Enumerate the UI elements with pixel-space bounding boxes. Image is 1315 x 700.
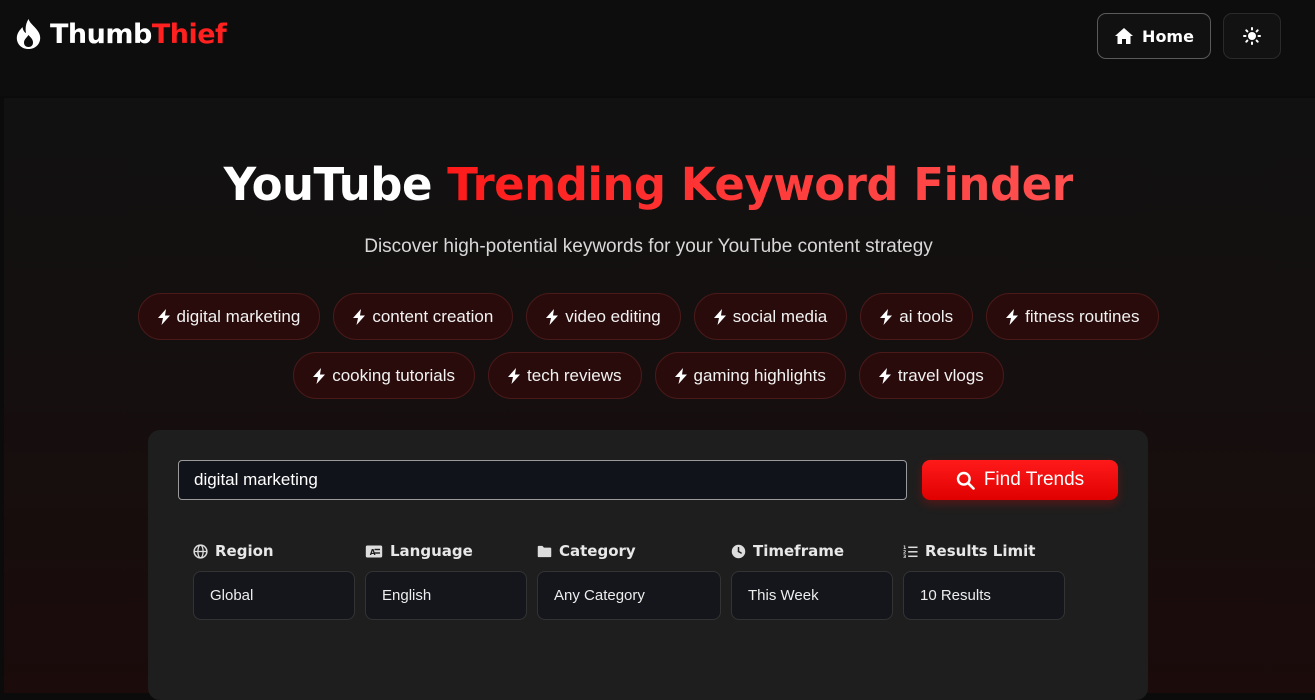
filter-category-label: Category (537, 540, 636, 562)
bolt-icon (674, 367, 687, 384)
home-icon (1115, 28, 1134, 44)
suggestion-chip-label: content creation (372, 306, 494, 326)
language-card-icon: A (365, 545, 383, 557)
find-trends-button-label: Find Trends (983, 469, 1085, 490)
flame-icon (16, 19, 41, 49)
bolt-icon (878, 367, 891, 384)
suggestion-chips-row-2: cooking tutorials tech reviews gaming hi… (0, 352, 1297, 399)
suggestion-chip[interactable]: tech reviews (488, 352, 642, 399)
filter-language: A Language English (365, 540, 527, 620)
filter-results-limit-label: 1 2 3 Results Limit (903, 540, 1035, 562)
filter-region: Region Global (193, 540, 355, 620)
home-button[interactable]: Home (1097, 13, 1211, 59)
suggestion-chips-row-1: digital marketing content creation video… (0, 293, 1297, 340)
bolt-icon (713, 308, 726, 325)
suggestion-chip-label: fitness routines (1025, 306, 1140, 326)
logo[interactable]: Thumb Thief (15, 18, 227, 50)
filter-language-text: Language (390, 542, 473, 560)
filter-results-limit-text: Results Limit (925, 542, 1036, 560)
folder-icon (537, 545, 552, 557)
language-select[interactable]: English (365, 571, 527, 620)
suggestion-chip-label: video editing (565, 306, 661, 326)
search-input[interactable] (178, 460, 907, 500)
clock-icon (731, 544, 746, 558)
suggestion-chip[interactable]: gaming highlights (654, 352, 846, 399)
suggestion-chip[interactable]: cooking tutorials (293, 352, 476, 399)
bolt-icon (313, 367, 326, 384)
filter-region-text: Region (215, 542, 274, 560)
theme-toggle-button[interactable] (1223, 13, 1281, 59)
suggestion-chip[interactable]: content creation (333, 293, 514, 340)
home-button-label: Home (1142, 26, 1194, 46)
logo-text-thief: Thief (151, 18, 227, 50)
page-title: YouTube Trending Keyword Finder (0, 158, 1297, 211)
suggestion-chip-label: gaming highlights (693, 365, 826, 385)
filter-category: Category Any Category (537, 540, 721, 620)
suggestion-chip-label: ai tools (899, 306, 954, 326)
page-title-youtube: YouTube (223, 158, 433, 211)
page-subtitle: Discover high-potential keywords for you… (364, 236, 933, 257)
suggestion-chip-label: cooking tutorials (332, 365, 456, 385)
bolt-icon (508, 367, 521, 384)
filter-results-limit: 1 2 3 Results Limit 10 Results (903, 540, 1065, 620)
filter-language-label: A Language (365, 540, 473, 562)
timeframe-select[interactable]: This Week (731, 571, 893, 620)
filter-timeframe-label: Timeframe (731, 540, 844, 562)
bolt-icon (353, 308, 366, 325)
suggestion-chip[interactable]: video editing (526, 293, 681, 340)
page-title-highlight: Trending Keyword Finder (447, 158, 1074, 211)
find-trends-button[interactable]: Find Trends (922, 460, 1118, 500)
globe-icon (193, 543, 208, 559)
logo-text-thumb: Thumb (50, 18, 152, 50)
bolt-icon (880, 308, 893, 325)
suggestion-chip[interactable]: digital marketing (137, 293, 321, 340)
svg-text:3: 3 (903, 554, 906, 559)
sun-icon (1243, 27, 1261, 45)
suggestion-chip[interactable]: social media (693, 293, 848, 340)
results-limit-select[interactable]: 10 Results (903, 571, 1065, 620)
category-select[interactable]: Any Category (537, 571, 721, 620)
top-bar: Thumb Thief Home (0, 0, 1315, 96)
suggestion-chip-label: digital marketing (176, 306, 301, 326)
filter-region-label: Region (193, 540, 274, 562)
search-icon (956, 471, 975, 490)
bolt-icon (157, 308, 170, 325)
bolt-icon (546, 308, 559, 325)
bolt-icon (1006, 308, 1019, 325)
filter-timeframe-text: Timeframe (753, 542, 845, 560)
suggestion-chip[interactable]: ai tools (860, 293, 974, 340)
suggestion-chip-label: travel vlogs (897, 365, 984, 385)
suggestion-chip-label: social media (732, 306, 828, 326)
suggestion-chip[interactable]: travel vlogs (858, 352, 1004, 399)
suggestion-chip-label: tech reviews (527, 365, 622, 385)
suggestion-chip[interactable]: fitness routines (986, 293, 1160, 340)
list-ordered-icon: 1 2 3 (903, 545, 918, 559)
filter-timeframe: Timeframe This Week (731, 540, 893, 620)
filter-category-text: Category (559, 542, 636, 560)
region-select[interactable]: Global (193, 571, 355, 620)
